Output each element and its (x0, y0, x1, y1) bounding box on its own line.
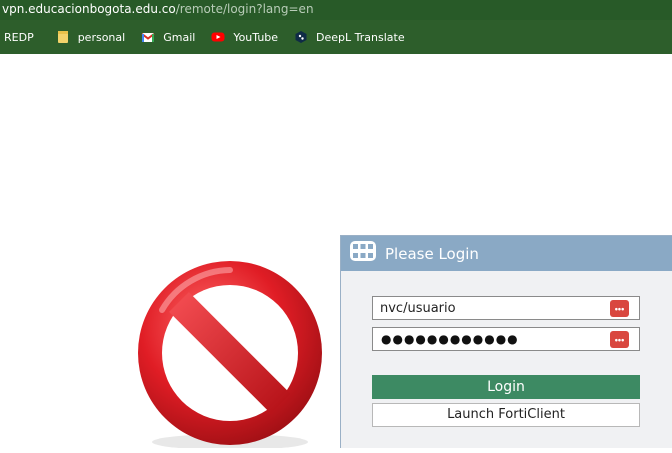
login-button[interactable]: Login (372, 375, 640, 399)
bookmark-label: YouTube (233, 30, 279, 44)
password-manager-icon[interactable]: ••• (610, 300, 629, 317)
launch-forticlient-button[interactable]: Launch FortiClient (372, 403, 640, 427)
address-bar[interactable]: vpn.educacionbogota.edu.co/remote/login?… (0, 0, 672, 20)
bookmarks-bar: REDP personal Gmail YouTube DeepL Transl… (0, 20, 672, 54)
fortinet-logo-icon (350, 241, 376, 266)
youtube-icon (211, 30, 225, 44)
bookmark-redp[interactable]: REDP (4, 25, 34, 49)
login-header: Please Login (341, 236, 672, 271)
bookmark-gmail[interactable]: Gmail (141, 25, 195, 49)
url-path: /remote/login?lang=en (175, 2, 314, 16)
bookmark-label: DeepL Translate (316, 30, 405, 44)
bookmark-youtube[interactable]: YouTube (211, 25, 278, 49)
username-input[interactable] (373, 297, 603, 319)
url-host: vpn.educacionbogota.edu.co (2, 2, 176, 16)
bookmark-label: Gmail (163, 30, 196, 44)
bookmark-label: REDP (4, 30, 34, 44)
password-manager-icon[interactable]: ••• (610, 331, 629, 348)
bookmark-personal[interactable]: personal (56, 25, 126, 49)
bookmark-label: personal (77, 30, 126, 44)
gmail-icon (141, 30, 155, 44)
no-entry-icon (122, 250, 338, 450)
login-title: Please Login (385, 244, 479, 263)
password-input[interactable]: ●●●●●●●●●●●● (381, 331, 519, 347)
folder-icon (56, 30, 70, 44)
bookmark-deepl[interactable]: DeepL Translate (294, 25, 405, 49)
login-panel: Please Login ••• ●●●●●●●●●●●● ••• Login … (340, 235, 672, 448)
deepl-icon (294, 30, 308, 44)
password-field[interactable]: ●●●●●●●●●●●● ••• (372, 327, 640, 351)
username-field[interactable]: ••• (372, 296, 640, 320)
